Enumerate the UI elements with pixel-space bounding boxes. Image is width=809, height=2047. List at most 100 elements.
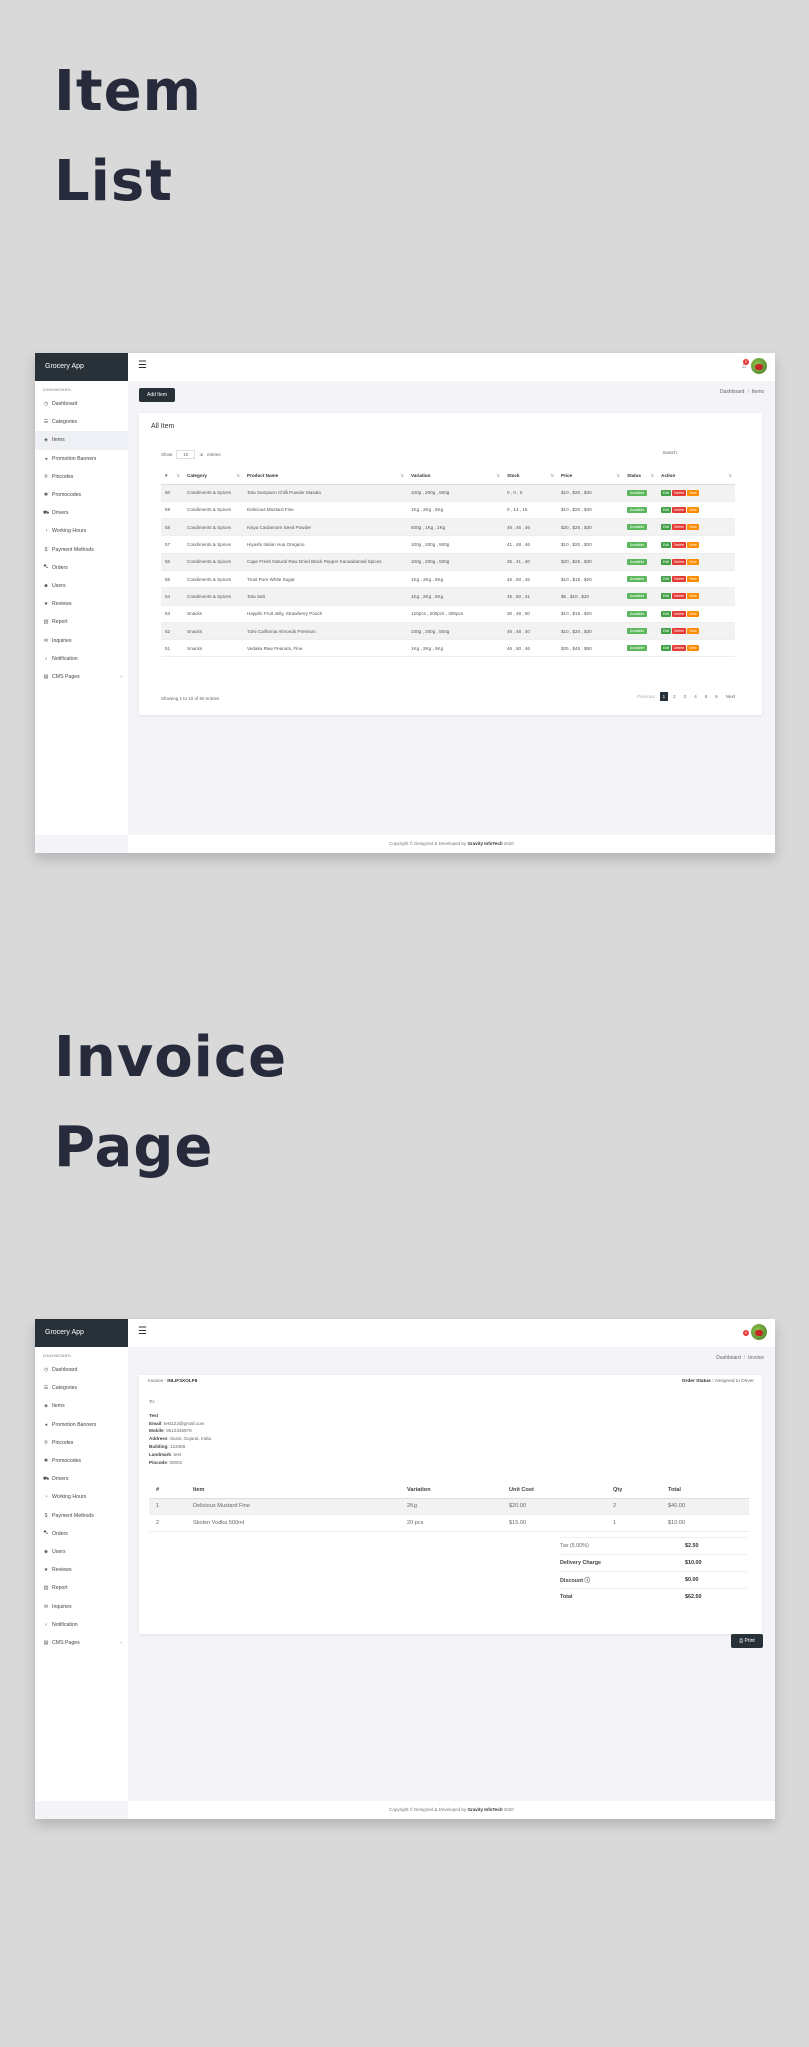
table-cell: 1Kg , 2Kg , 5Kg (407, 587, 503, 606)
sidebar-item[interactable]: ⛟ Drivers (35, 1470, 128, 1488)
table-cell: Condiments & Spices (183, 535, 243, 554)
delete-button[interactable]: Delete (672, 628, 687, 635)
avatar[interactable] (751, 1324, 767, 1340)
sidebar-item[interactable]: ▥ Report (35, 613, 128, 631)
column-header[interactable]: Status ⇅ (623, 468, 657, 485)
sidebar-item[interactable]: ◈ Items (35, 1397, 128, 1415)
items-header-row: # ⇅ Category ⇅ Product Name ⇅ Variation ⇅ Stock ⇅… (161, 468, 735, 485)
delete-button[interactable]: Delete (672, 558, 687, 565)
edit-button[interactable]: Edit (661, 628, 672, 635)
sidebar-item[interactable]: ◷ Dashboard (35, 395, 128, 413)
edit-button[interactable]: Edit (661, 645, 672, 652)
delete-button[interactable]: Delete (672, 593, 687, 600)
edit-button[interactable]: Edit (661, 541, 672, 548)
edit-button[interactable]: Edit (661, 524, 672, 531)
view-button[interactable]: View (687, 541, 699, 548)
print-button[interactable]: ⎙ Print (731, 1634, 763, 1648)
sidebar-item[interactable]: ▤ CMS Pages › (35, 668, 128, 686)
edit-button[interactable]: Edit (661, 610, 672, 617)
sidebar: Grocery App DASHBOARD ◷ Dashboard ☰ Categor… (35, 353, 128, 835)
column-header[interactable]: Variation ⇅ (407, 468, 503, 485)
sidebar-item[interactable]: ◷ Dashboard (35, 1361, 128, 1379)
pagination-page[interactable]: 4 (691, 692, 700, 701)
column-header[interactable]: # ⇅ (161, 468, 183, 485)
delete-button[interactable]: Delete (672, 610, 687, 617)
view-button[interactable]: View (687, 645, 699, 652)
edit-button[interactable]: Edit (661, 558, 672, 565)
edit-button[interactable]: Edit (661, 489, 672, 496)
add-item-button[interactable]: Add Item (139, 388, 175, 402)
column-header[interactable]: Action ⇅ (657, 468, 735, 485)
delete-button[interactable]: Delete (672, 541, 687, 548)
sidebar-item[interactable]: $ Payment Methods (35, 541, 128, 559)
sidebar-item[interactable]: ★ Reviews (35, 1561, 128, 1579)
sidebar-item[interactable]: ✉ Inquiries (35, 1597, 128, 1615)
avatar[interactable] (751, 358, 767, 374)
sidebar-item[interactable]: ♪ Notification (35, 650, 128, 668)
sidebar-item[interactable]: ⚲ Pincodes (35, 468, 128, 486)
pagination-page[interactable]: 2 (670, 692, 679, 701)
sidebar-item[interactable]: ◔ Working Hours (35, 522, 128, 540)
pagination-previous[interactable]: Previous (634, 692, 658, 701)
footer-prefix: Copyright © Designed & Developed by (389, 841, 467, 846)
app-brand[interactable]: Grocery App (35, 1319, 128, 1347)
sidebar-item[interactable]: ☰ Categories (35, 1379, 128, 1397)
pagination-page[interactable]: 5 (702, 692, 711, 701)
sidebar-item[interactable]: ✱ Promocodes (35, 486, 128, 504)
app-brand[interactable]: Grocery App (35, 353, 128, 381)
pagination-page[interactable]: 6 (712, 692, 721, 701)
delete-button[interactable]: Delete (672, 576, 687, 583)
column-header-label: Variation (411, 473, 431, 479)
pagination-page[interactable]: 3 (681, 692, 690, 701)
entries-select[interactable]: 10 (176, 450, 196, 459)
sidebar-item[interactable]: ◈ Items (35, 431, 128, 450)
view-button[interactable]: View (687, 506, 699, 513)
delete-button[interactable]: Delete (672, 645, 687, 652)
delete-button[interactable]: Delete (672, 524, 687, 531)
sidebar-item[interactable]: ☰ Categories (35, 413, 128, 431)
column-header[interactable]: Product Name ⇅ (243, 468, 407, 485)
menu-icon[interactable]: ☰ (138, 361, 147, 371)
sidebar-item[interactable]: ▤ CMS Pages › (35, 1634, 128, 1652)
sidebar-item[interactable]: ★ Reviews (35, 595, 128, 613)
sidebar-item[interactable]: ◔ Working Hours (35, 1488, 128, 1506)
view-button[interactable]: View (687, 576, 699, 583)
view-button[interactable]: View (687, 558, 699, 565)
column-header[interactable]: Stock ⇅ (503, 468, 557, 485)
sidebar-item[interactable]: ☻ Users (35, 1543, 128, 1561)
invoice-no: INLIF3XOLF8 (167, 1379, 198, 1384)
breadcrumb-link[interactable]: Dashboard (720, 389, 744, 395)
table-cell: Condiments & Spices (183, 518, 243, 537)
table-row: 55 Condiments & Spices Trust Pure White Su… (161, 570, 735, 589)
sidebar-item[interactable]: ⛍ Orders (35, 1525, 128, 1543)
footer-company[interactable]: Gravity InfoTech (467, 1807, 502, 1812)
delete-button[interactable]: Delete (672, 489, 687, 496)
sidebar-item[interactable]: ▥ Report (35, 1579, 128, 1597)
sidebar-item[interactable]: ◂ Promotion Banners (35, 1416, 128, 1434)
sidebar-item[interactable]: ♪ Notification (35, 1616, 128, 1634)
sidebar-item[interactable]: ⚲ Pincodes (35, 1434, 128, 1452)
column-header[interactable]: Category ⇅ (183, 468, 243, 485)
sidebar-item[interactable]: ⛍ Orders (35, 559, 128, 577)
sidebar-item[interactable]: ⛟ Drivers (35, 504, 128, 522)
edit-button[interactable]: Edit (661, 576, 672, 583)
view-button[interactable]: View (687, 628, 699, 635)
sidebar-item[interactable]: ◂ Promotion Banners (35, 450, 128, 468)
view-button[interactable]: View (687, 489, 699, 496)
pagination-page[interactable]: 1 (659, 692, 669, 701)
view-button[interactable]: View (687, 524, 699, 531)
view-button[interactable]: View (687, 593, 699, 600)
breadcrumb-link[interactable]: Dashboard (716, 1355, 740, 1361)
pagination-next[interactable]: Next (723, 692, 738, 701)
sidebar-item[interactable]: ✱ Promocodes (35, 1452, 128, 1470)
sidebar-item[interactable]: $ Payment Methods (35, 1507, 128, 1525)
edit-button[interactable]: Edit (661, 593, 672, 600)
menu-icon[interactable]: ☰ (138, 1327, 147, 1337)
view-button[interactable]: View (687, 610, 699, 617)
footer-company[interactable]: Gravity InfoTech (467, 841, 502, 846)
sidebar-item[interactable]: ✉ Inquiries (35, 631, 128, 649)
edit-button[interactable]: Edit (661, 506, 672, 513)
delete-button[interactable]: Delete (672, 506, 687, 513)
sidebar-item[interactable]: ☻ Users (35, 577, 128, 595)
column-header[interactable]: Price ⇅ (557, 468, 623, 485)
